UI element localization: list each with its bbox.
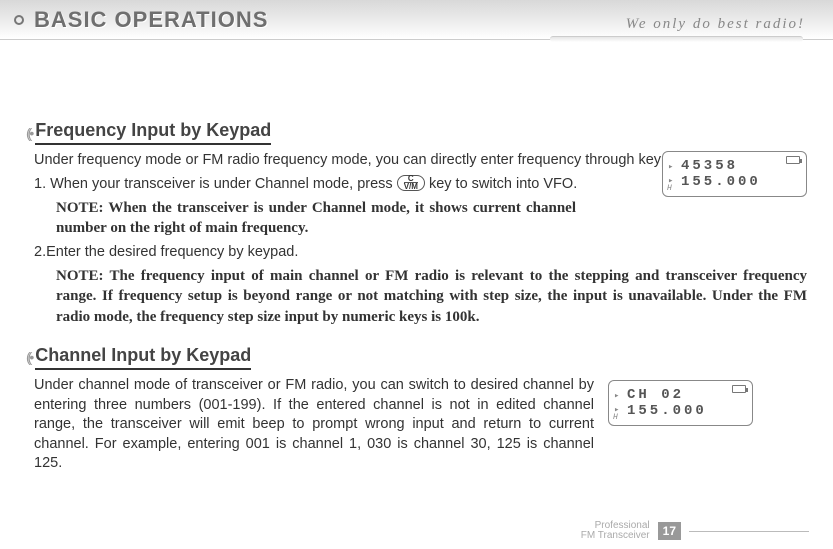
page-title: BASIC OPERATIONS: [34, 7, 268, 33]
arrow-icon: ▸: [668, 162, 676, 172]
footer-line2: FM Transceiver: [581, 531, 650, 541]
section1-note2: NOTE: The frequency input of main channe…: [56, 266, 807, 327]
page-footer: Professional FM Transceiver 17: [581, 521, 809, 541]
section1-step2: 2.Enter the desired frequency by keypad.: [34, 243, 807, 263]
slogan-underline: [550, 36, 803, 42]
lcd1-line2: 155.000: [681, 174, 798, 190]
section2-heading-row: ((• Channel Input by Keypad: [26, 345, 807, 370]
header-bullet-icon: [14, 15, 24, 25]
step1-pre: 1. When your transceiver is under Channe…: [34, 176, 397, 192]
lcd-display-2: ▸ ▸ H CH 02 155.000: [608, 380, 753, 426]
radio-wave-icon: ((•: [26, 349, 31, 365]
section2-paragraph: Under channel mode of transceiver or FM …: [34, 376, 594, 474]
battery-icon: [732, 385, 746, 393]
page-number: 17: [658, 522, 681, 540]
arrow-icon: ▸: [614, 391, 622, 401]
section1-heading: Frequency Input by Keypad: [35, 120, 271, 145]
h-indicator: H: [613, 413, 621, 422]
h-indicator: H: [667, 184, 675, 193]
section1-heading-row: ((• Frequency Input by Keypad: [26, 120, 807, 145]
slogan-text: We only do best radio!: [626, 16, 805, 33]
footer-text: Professional FM Transceiver: [581, 521, 650, 541]
footer-divider: [689, 531, 809, 532]
section2-heading: Channel Input by Keypad: [35, 345, 251, 370]
lcd1-line1: 45358: [681, 158, 798, 174]
section2: ((• Channel Input by Keypad Under channe…: [26, 345, 807, 478]
radio-wave-icon: ((•: [26, 125, 31, 141]
lcd2-line2: 155.000: [627, 403, 744, 419]
lcd2-line1: CH 02: [627, 387, 744, 403]
main-content: ((• Frequency Input by Keypad ▸ ▸ H 4535…: [0, 40, 833, 478]
section1-note1: NOTE: When the transceiver is under Chan…: [56, 198, 576, 239]
section1-body: ▸ ▸ H 45358 155.000 Under frequency mode…: [26, 151, 807, 327]
step1-post: key to switch into VFO.: [425, 176, 577, 192]
battery-icon: [786, 156, 800, 164]
cvm-key-icon: CV/M: [397, 175, 425, 191]
lcd-display-1: ▸ ▸ H 45358 155.000: [662, 151, 807, 197]
section2-body: Under channel mode of transceiver or FM …: [26, 376, 807, 478]
